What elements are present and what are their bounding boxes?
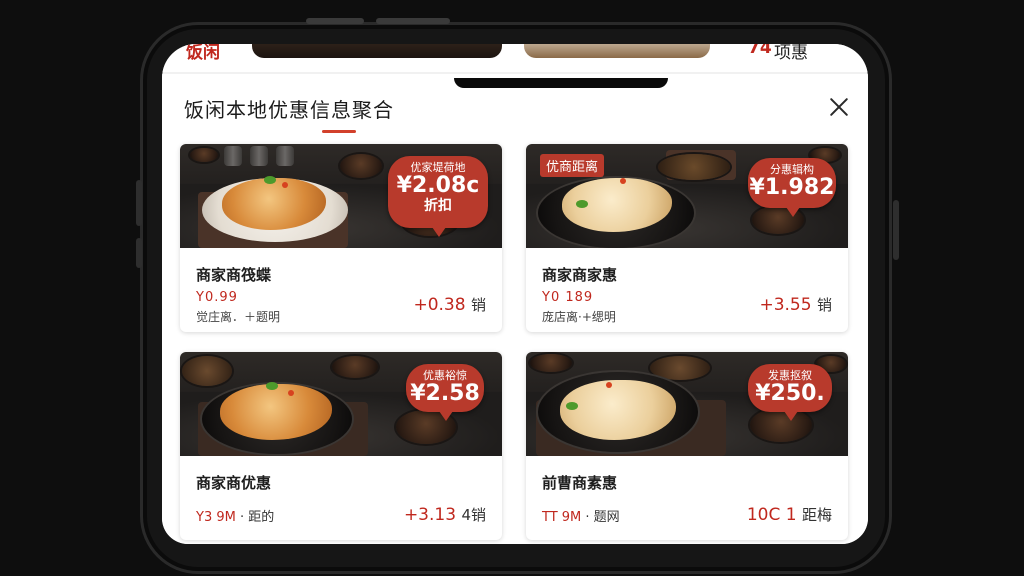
- badge-price: ¥250.: [755, 381, 825, 406]
- sales-count: +3.55 销: [759, 295, 832, 315]
- deal-price: Y0 189: [542, 290, 594, 305]
- price-badge: 分惠辑构 ¥1.982: [748, 158, 836, 217]
- deals-sheet: 饭闲本地优惠信息聚合 优家堤荷地 ¥2.08c 折扣 商家商筏蝶 Y0.99 觉…: [162, 74, 868, 544]
- sales-count: +3.13 4销: [403, 505, 486, 525]
- dish-image: 发惠抠叙 ¥250.: [526, 352, 848, 456]
- price-badge: 优家堤荷地 ¥2.08c 折扣: [388, 156, 488, 237]
- phone-side-button: [136, 238, 142, 268]
- merchant-name: 商家商优惠: [196, 474, 272, 492]
- dish-image: 优商距离 分惠辑构 ¥1.982: [526, 144, 848, 248]
- merchant-name: 前曹商素惠: [542, 474, 618, 492]
- deal-meta: 觉庄离．＋题明: [196, 310, 281, 324]
- badge-price: ¥2.08c: [396, 173, 480, 198]
- deal-meta: 庞店离·+缌明: [542, 310, 616, 324]
- deal-meta: Y3 9M · 距的: [196, 510, 275, 525]
- badge-price: ¥1.982: [749, 175, 835, 200]
- dish-image: 优惠裕惊 ¥2.58: [180, 352, 502, 456]
- background-right-label: 项惠: [774, 44, 808, 63]
- distance-tag: 优商距离: [540, 154, 605, 177]
- deal-price: Y0.99: [196, 290, 238, 305]
- phone-top-button: [376, 18, 450, 24]
- badge-sub: 折扣: [424, 198, 452, 214]
- background-thumbnail: [252, 44, 502, 58]
- background-right-accent: 74: [748, 44, 772, 58]
- phone-screen: 饭闲 74 项惠 饭闲本地优惠信息聚合 优家堤荷地 ¥2.08c 折扣 商家商筏…: [162, 44, 868, 544]
- deal-card[interactable]: 优惠裕惊 ¥2.58 商家商优惠 Y3 9M · 距的 +3.13 4销: [180, 352, 502, 540]
- title-underline: [322, 130, 356, 133]
- deal-card[interactable]: 优家堤荷地 ¥2.08c 折扣 商家商筏蝶 Y0.99 觉庄离．＋题明 +0.3…: [180, 144, 502, 332]
- background-left-label: 饭闲: [186, 44, 220, 63]
- merchant-name: 商家商家惠: [542, 266, 618, 284]
- dynamic-island: [454, 78, 668, 88]
- dish-image: 优家堤荷地 ¥2.08c 折扣: [180, 144, 502, 248]
- background-thumbnail: [524, 44, 710, 58]
- phone-side-button: [136, 180, 142, 226]
- deal-card[interactable]: 优商距离 分惠辑构 ¥1.982 商家商家惠 Y0 189 庞店离·+缌明 +3…: [526, 144, 848, 332]
- deal-card[interactable]: 发惠抠叙 ¥250. 前曹商素惠 TT 9M · 题网 10C 1 距梅: [526, 352, 848, 540]
- phone-power-button: [893, 200, 899, 260]
- close-button[interactable]: [826, 94, 852, 120]
- sales-count: +0.38 销: [413, 295, 486, 315]
- distance-value: 10C 1 距梅: [746, 505, 832, 525]
- page-title: 饭闲本地优惠信息聚合: [184, 98, 394, 122]
- merchant-name: 商家商筏蝶: [196, 266, 272, 284]
- badge-price: ¥2.58: [410, 381, 480, 406]
- price-badge: 发惠抠叙 ¥250.: [748, 364, 832, 421]
- phone-top-button: [306, 18, 364, 24]
- deal-meta: TT 9M · 题网: [542, 510, 620, 525]
- price-badge: 优惠裕惊 ¥2.58: [406, 364, 484, 421]
- background-page: 饭闲 74 项惠: [162, 44, 868, 72]
